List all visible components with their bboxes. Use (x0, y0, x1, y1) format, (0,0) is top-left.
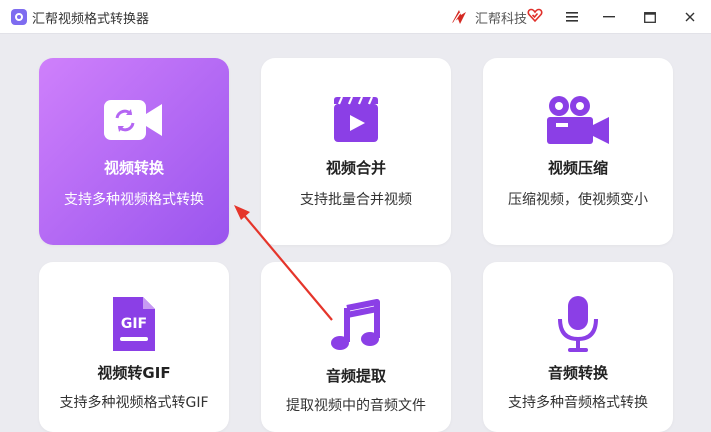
hamburger-icon (566, 12, 578, 22)
card-title: 音频提取 (325, 367, 386, 385)
maximize-icon (644, 11, 656, 23)
card-desc: 提取视频中的音频文件 (286, 398, 426, 414)
maximize-button[interactable] (638, 6, 662, 28)
brand-name[interactable]: 汇帮科技 (475, 8, 527, 27)
card-desc: 压缩视频，使视频变小 (508, 192, 648, 208)
close-icon (685, 12, 695, 22)
close-button[interactable] (678, 6, 702, 28)
app-title: 汇帮视频格式转换器 (32, 12, 150, 27)
card-title: 视频合并 (325, 159, 386, 177)
gif-file-icon: GIF (113, 297, 155, 351)
camera-icon (547, 96, 609, 144)
card-audio-extract[interactable]: 音频提取 提取视频中的音频文件 (261, 262, 451, 432)
card-title: 视频转换 (103, 159, 164, 177)
card-desc: 支持多种视频格式转GIF (59, 395, 209, 411)
card-audio-convert[interactable]: 音频转换 支持多种音频格式转换 (483, 262, 673, 432)
microphone-icon (558, 296, 598, 352)
video-play-icon (334, 96, 378, 142)
card-desc: 支持多种视频格式转换 (64, 192, 204, 208)
menu-button[interactable] (560, 6, 584, 28)
card-title: 音频转换 (547, 364, 608, 382)
card-video-merge[interactable]: 视频合并 支持批量合并视频 (261, 58, 451, 245)
card-video-to-gif[interactable]: GIF 视频转GIF 支持多种视频格式转GIF (39, 262, 229, 432)
card-desc: 支持多种音频格式转换 (508, 395, 648, 411)
minimize-button[interactable] (597, 6, 621, 28)
title-bar: 汇帮视频格式转换器 汇帮科技 (0, 0, 711, 34)
video-convert-icon (104, 100, 162, 140)
music-note-icon (331, 299, 380, 350)
card-desc: 支持批量合并视频 (300, 192, 412, 208)
card-title: 视频压缩 (547, 159, 608, 177)
minimize-icon (603, 16, 615, 18)
card-video-convert[interactable]: 视频转换 支持多种视频格式转换 (39, 58, 229, 245)
card-title: 视频转GIF (97, 364, 171, 382)
svg-text:GIF: GIF (121, 316, 147, 332)
card-video-compress[interactable]: 视频压缩 压缩视频，使视频变小 (483, 58, 673, 245)
brand-logo-icon (452, 10, 466, 24)
heart-icon[interactable] (527, 7, 543, 23)
app-logo-icon (11, 9, 27, 25)
